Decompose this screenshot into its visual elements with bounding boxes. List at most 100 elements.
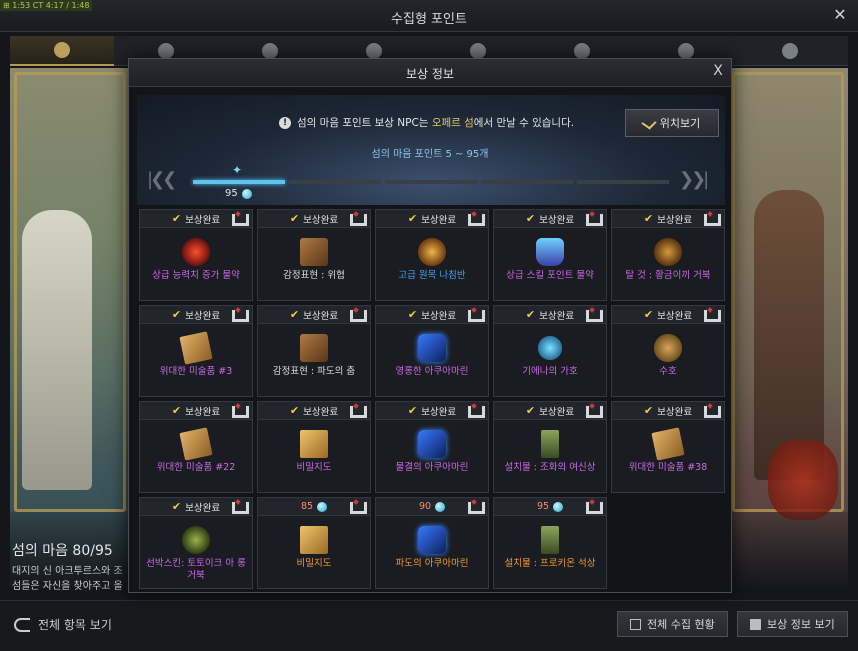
reward-cell[interactable]: ✔ 보상완료 기에나의 가호 xyxy=(493,305,607,397)
milestone-number: 95 xyxy=(225,188,238,199)
status-label: 보상완료 xyxy=(539,214,575,226)
book-icon xyxy=(300,238,328,266)
view-all-label: 전체 항목 보기 xyxy=(38,618,112,632)
reward-cell[interactable]: ✔ 보상완료 위대한 미술품 #38 xyxy=(611,401,725,493)
check-icon: ✔ xyxy=(289,308,300,321)
modal-close-button[interactable]: X xyxy=(711,63,725,79)
crest-icon xyxy=(702,211,718,226)
view-all-button[interactable]: 전체 항목 보기 xyxy=(14,616,112,633)
reward-name: 물결의 아쿠아마린 xyxy=(395,462,469,473)
leaf-icon xyxy=(678,43,694,59)
reward-status: ✔ 보상완료 xyxy=(258,402,370,420)
reward-cell[interactable]: 85 비밀지도 xyxy=(257,497,371,589)
reward-name: 파도의 아쿠아마린 xyxy=(395,558,469,569)
tab-telescope[interactable] xyxy=(738,36,842,66)
island-heart-icon xyxy=(54,42,70,58)
card-icon xyxy=(418,526,446,554)
reward-cell[interactable]: ✔ 보상완료 감정표현 : 위협 xyxy=(257,209,371,301)
reward-name: 감정표현 : 위협 xyxy=(283,270,345,281)
reward-cell[interactable]: ✔ 보상완료 상급 능력치 증가 물약 xyxy=(139,209,253,301)
reward-cell[interactable]: ✔ 보상완료비밀지도 xyxy=(257,401,371,493)
npc-notice: ! 섬의 마음 포인트 보상 NPC는 오페르 섬에서 만날 수 있습니다. xyxy=(279,115,574,130)
check-icon: ✔ xyxy=(643,212,654,225)
reward-status: ✔ 보상완료 xyxy=(494,306,606,324)
status-label: 보상완료 xyxy=(185,214,221,226)
statue-left xyxy=(22,210,92,490)
crest-icon xyxy=(702,307,718,322)
crest-icon xyxy=(230,307,246,322)
modal-title: 보상 정보 xyxy=(406,67,454,81)
reward-info-button[interactable]: 보상 정보 보기 xyxy=(737,611,848,637)
tab-island-heart[interactable] xyxy=(10,36,114,66)
reward-name: 위대한 미술품 #22 xyxy=(156,462,236,473)
reward-cell[interactable]: ✔ 보상완료 상급 스킬 포인트 물약 xyxy=(493,209,607,301)
crest-icon xyxy=(230,211,246,226)
crest-icon xyxy=(348,403,364,418)
reward-cell[interactable]: ✔ 보상완료 영롱한 아쿠아마린 xyxy=(375,305,489,397)
reward-cell[interactable]: ✔ 보상완료수호 xyxy=(611,305,725,397)
reward-cell[interactable]: ✔ 보상완료 설치물 : 조화의 여신상 xyxy=(493,401,607,493)
ignea-icon xyxy=(574,43,590,59)
reward-name: 비밀지도 xyxy=(296,462,332,473)
status-label: 보상완료 xyxy=(657,310,693,322)
island-description: 대지의 신 아크투르스와 조 섬들은 자신을 찾아주고 올 xyxy=(12,564,132,594)
orb-icon xyxy=(536,334,564,362)
reward-cell[interactable]: ✔ 보상완료 고급 원목 나침반 xyxy=(375,209,489,301)
first-page-button[interactable]: |❮❮ xyxy=(147,169,177,190)
status-label: 보상완료 xyxy=(657,406,693,418)
progress-segment xyxy=(577,180,669,184)
location-button[interactable]: 위치보기 xyxy=(625,109,719,137)
window-title-bar: ⊞ 1:53 CT 4:17 / 1:48 수집형 포인트 ✕ xyxy=(0,0,858,32)
status-label: 보상완료 xyxy=(303,214,339,226)
map-icon xyxy=(179,427,213,461)
check-icon: ✔ xyxy=(171,308,182,321)
status-label: 보상완료 xyxy=(185,502,221,514)
status-label: 보상완료 xyxy=(303,406,339,418)
progress-segment xyxy=(289,180,381,184)
progress-segment xyxy=(481,180,573,184)
description-line: 섬들은 자신을 찾아주고 올 xyxy=(12,581,123,592)
tree-icon xyxy=(182,526,210,554)
reward-cell[interactable]: ✔ 보상완료 감정표현 : 파도의 춤 xyxy=(257,305,371,397)
map-gold-icon xyxy=(300,430,328,458)
reward-cell[interactable]: ✔ 보상완료 물결의 아쿠아마린 xyxy=(375,401,489,493)
status-label: 보상완료 xyxy=(185,310,221,322)
reward-status: 90 xyxy=(376,498,488,516)
reward-cell[interactable]: ✔ 보상완료위대한 미술품 #22 xyxy=(139,401,253,493)
reward-status: ✔ 보상완료 xyxy=(612,306,724,324)
status-label: 보상완료 xyxy=(421,310,457,322)
reward-status: ✔ 보상완료 xyxy=(140,498,252,516)
window-title: 수집형 포인트 xyxy=(391,12,467,27)
status-label: 보상완료 xyxy=(657,214,693,226)
reward-status: ✔ 보상완료 xyxy=(140,402,252,420)
crest-icon xyxy=(466,307,482,322)
crest-icon xyxy=(466,499,482,514)
reward-status: ✔ 보상완료 xyxy=(612,210,724,228)
crest-icon xyxy=(348,211,364,226)
milestone-icon: ✦ xyxy=(231,163,243,177)
reward-status: ✔ 보상완료 xyxy=(376,306,488,324)
check-icon: ✔ xyxy=(171,500,182,513)
sea-bounty-icon xyxy=(470,43,486,59)
point-orb-icon xyxy=(435,501,446,512)
notice-suffix: 에서 만날 수 있습니다. xyxy=(473,117,575,129)
reward-cell[interactable]: ✔ 보상완료 위대한 미술품 #3 xyxy=(139,305,253,397)
reward-cell[interactable]: ✔ 보상완료 탈 것 : 황금이끼 거북 xyxy=(611,209,725,301)
window-close-button[interactable]: ✕ xyxy=(832,6,848,24)
last-page-button[interactable]: ❯❯| xyxy=(679,169,709,190)
reward-cell[interactable]: 90 파도의 아쿠아마린 xyxy=(375,497,489,589)
status-label: 보상완료 xyxy=(185,406,221,418)
map-icon xyxy=(651,427,685,461)
point-orb-icon xyxy=(241,188,252,199)
progress-segment xyxy=(193,180,285,184)
reward-cell[interactable]: 95 설치물 : 프로키온 석상 xyxy=(493,497,607,589)
reward-name: 수호 xyxy=(659,366,677,377)
points-range: 섬의 마음 포인트 5 ~ 95개 xyxy=(371,149,489,160)
crest-icon xyxy=(348,307,364,322)
telescope-icon xyxy=(782,43,798,59)
collect-status-label: 전체 수집 현황 xyxy=(647,618,715,631)
collect-status-button[interactable]: 전체 수집 현황 xyxy=(617,611,728,637)
reward-cell[interactable]: ✔ 보상완료 선박스킨: 토토이크 아 롱거북 xyxy=(139,497,253,589)
check-icon: ✔ xyxy=(525,308,536,321)
location-button-label: 위치보기 xyxy=(659,117,701,130)
